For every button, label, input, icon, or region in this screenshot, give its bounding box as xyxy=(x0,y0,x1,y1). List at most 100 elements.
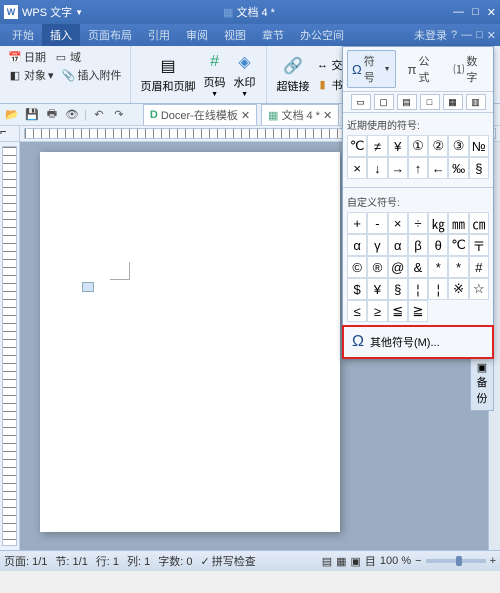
symbol-cell[interactable]: × xyxy=(347,157,367,179)
backup-tab[interactable]: ▣ 备份 xyxy=(470,356,494,411)
login-status[interactable]: 未登录 xyxy=(414,27,447,43)
pagenum-button[interactable]: #页码▼ xyxy=(200,49,230,100)
symbol-cell[interactable]: ≥ xyxy=(367,300,387,322)
status-page[interactable]: 页面: 1/1 xyxy=(4,553,47,569)
symbol-cell[interactable]: θ xyxy=(428,234,448,256)
symbol-cell[interactable]: $ xyxy=(347,278,367,300)
close-icon-2[interactable]: ✕ xyxy=(487,29,496,42)
symbol-cell[interactable]: ㎏ xyxy=(428,212,448,234)
symbol-cell[interactable]: ☆ xyxy=(469,278,489,300)
tab-close-icon-2[interactable]: ✕ xyxy=(323,109,332,122)
symbol-cell[interactable]: + xyxy=(347,212,367,234)
symbol-cell[interactable]: ↓ xyxy=(367,157,387,179)
preset-6[interactable]: ▥ xyxy=(466,94,486,110)
tab-symbol[interactable]: Ω符号▼ xyxy=(347,50,396,88)
menu-view[interactable]: 视图 xyxy=(216,24,254,46)
zoom-out-icon[interactable]: − xyxy=(415,555,421,567)
symbol-cell[interactable]: * xyxy=(448,256,468,278)
zoom-value[interactable]: 100 % xyxy=(380,555,411,567)
save-icon[interactable]: 💾 xyxy=(24,107,40,123)
symbol-cell[interactable]: β xyxy=(408,234,428,256)
view-icon-4[interactable]: 目 xyxy=(365,553,376,569)
symbol-cell[interactable]: - xyxy=(367,212,387,234)
symbol-cell[interactable]: * xyxy=(428,256,448,278)
print-icon[interactable]: 🖶 xyxy=(44,107,60,123)
symbol-cell[interactable]: ¦ xyxy=(408,278,428,300)
menu-review[interactable]: 审阅 xyxy=(178,24,216,46)
symbol-cell[interactable]: ¥ xyxy=(367,278,387,300)
zoom-in-icon[interactable]: + xyxy=(490,555,496,567)
tab-docer[interactable]: DDocer-在线模板✕ xyxy=(143,104,257,125)
symbol-cell[interactable]: × xyxy=(388,212,408,234)
close-icon[interactable]: ✕ xyxy=(487,6,496,19)
symbol-cell[interactable]: ㎜ xyxy=(448,212,468,234)
open-icon[interactable]: 📂 xyxy=(4,107,20,123)
tab-doc4[interactable]: ▦文档 4 *✕ xyxy=(261,104,339,125)
min-ribbon-icon[interactable]: — xyxy=(461,29,472,41)
symbol-cell[interactable]: α xyxy=(347,234,367,256)
menu-office[interactable]: 办公空间 xyxy=(292,24,352,46)
symbol-cell[interactable]: ※ xyxy=(448,278,468,300)
symbol-cell[interactable]: § xyxy=(388,278,408,300)
menu-start[interactable]: 开始 xyxy=(4,24,42,46)
date-button[interactable]: 📅日期 xyxy=(6,48,48,66)
symbol-cell[interactable]: ② xyxy=(428,135,448,157)
symbol-cell[interactable]: ≦ xyxy=(388,300,408,322)
symbol-cell[interactable]: ≧ xyxy=(408,300,428,322)
status-section[interactable]: 节: 1/1 xyxy=(55,553,87,569)
symbol-cell[interactable]: γ xyxy=(367,234,387,256)
symbol-cell[interactable]: ¦ xyxy=(428,278,448,300)
symbol-cell[interactable]: @ xyxy=(388,256,408,278)
watermark-button[interactable]: ◈水印▼ xyxy=(230,49,260,100)
symbol-cell[interactable]: ℃ xyxy=(347,135,367,157)
symbol-cell[interactable]: → xyxy=(388,157,408,179)
symbol-cell[interactable]: ← xyxy=(428,157,448,179)
preset-5[interactable]: ▦ xyxy=(443,94,463,110)
view-icon-2[interactable]: ▦ xyxy=(336,555,346,568)
symbol-cell[interactable]: ÷ xyxy=(408,212,428,234)
symbol-cell[interactable]: & xyxy=(408,256,428,278)
redo-icon[interactable]: ↷ xyxy=(111,107,127,123)
symbol-cell[interactable]: ↑ xyxy=(408,157,428,179)
zoom-slider[interactable] xyxy=(426,559,486,563)
hyperlink-button[interactable]: 🔗超链接 xyxy=(273,53,314,96)
tab-close-icon[interactable]: ✕ xyxy=(241,109,250,122)
maximize-icon[interactable]: □ xyxy=(472,6,479,19)
symbol-cell[interactable]: α xyxy=(388,234,408,256)
symbol-cell[interactable]: ① xyxy=(408,135,428,157)
symbol-cell[interactable]: ③ xyxy=(448,135,468,157)
header-footer-button[interactable]: ▤页眉和页脚 xyxy=(137,53,200,96)
view-icon-1[interactable]: ▤ xyxy=(322,555,332,568)
field-button[interactable]: ▭域 xyxy=(52,48,83,66)
symbol-cell[interactable]: ¥ xyxy=(388,135,408,157)
symbol-cell[interactable]: ® xyxy=(367,256,387,278)
preview-icon[interactable]: 👁 xyxy=(64,107,80,123)
symbol-cell[interactable]: ≠ xyxy=(367,135,387,157)
tab-number[interactable]: ⑴数字 xyxy=(449,50,489,88)
preset-3[interactable]: ▤ xyxy=(397,94,417,110)
document-page[interactable] xyxy=(40,152,340,532)
inline-image-placeholder[interactable] xyxy=(82,282,94,292)
symbol-cell[interactable]: ℃ xyxy=(448,234,468,256)
symbol-cell[interactable]: # xyxy=(469,256,489,278)
undo-icon[interactable]: ↶ xyxy=(91,107,107,123)
minimize-icon[interactable]: — xyxy=(453,6,464,19)
restore-icon[interactable]: □ xyxy=(476,29,483,41)
preset-4[interactable]: □ xyxy=(420,94,440,110)
app-menu-arrow[interactable]: ▼ xyxy=(75,8,83,17)
ruler-v-scale[interactable] xyxy=(2,146,17,546)
object-button[interactable]: ◧对象▾ xyxy=(6,66,56,84)
help-icon[interactable]: ? xyxy=(451,29,457,41)
status-chars[interactable]: 字数: 0 xyxy=(158,553,192,569)
menu-chapter[interactable]: 章节 xyxy=(254,24,292,46)
menu-page-layout[interactable]: 页面布局 xyxy=(80,24,140,46)
view-icon-3[interactable]: ▣ xyxy=(351,555,361,568)
symbol-cell[interactable]: ≤ xyxy=(347,300,367,322)
symbol-cell[interactable]: ‰ xyxy=(448,157,468,179)
tab-formula[interactable]: π公式 xyxy=(404,50,442,88)
symbol-cell[interactable]: 〒 xyxy=(469,234,489,256)
preset-2[interactable]: ▢ xyxy=(374,94,394,110)
menu-references[interactable]: 引用 xyxy=(140,24,178,46)
symbol-cell[interactable]: § xyxy=(469,157,489,179)
preset-1[interactable]: ▭ xyxy=(351,94,371,110)
